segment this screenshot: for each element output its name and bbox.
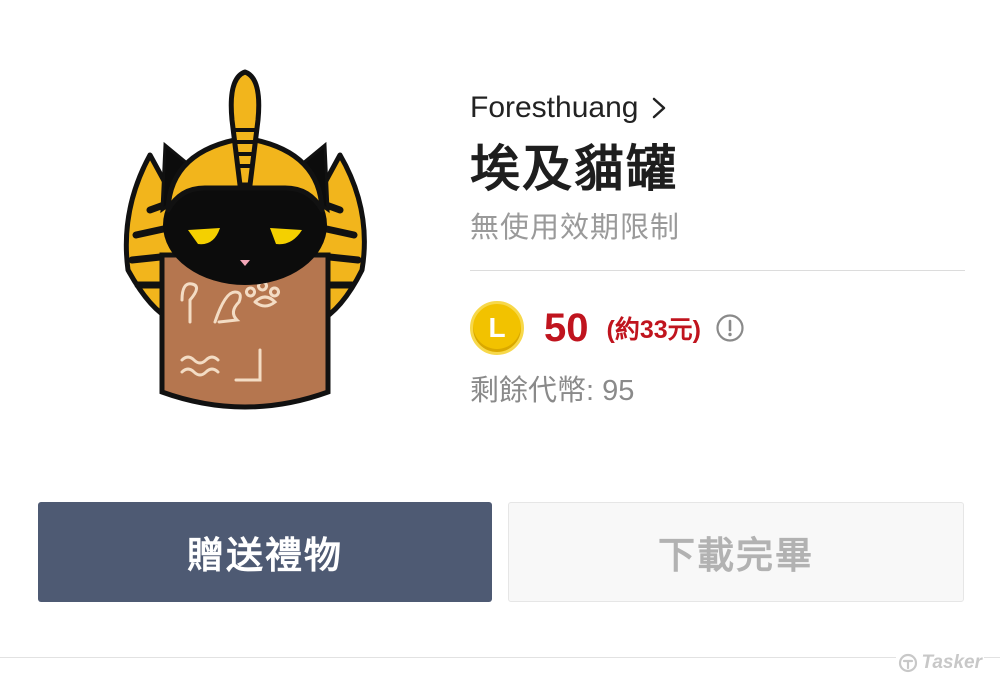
chevron-right-icon: [653, 97, 666, 119]
price-amount: 50: [544, 305, 589, 350]
divider: [470, 270, 965, 271]
pharaoh-cat-sticker-image: [123, 69, 367, 410]
send-gift-button[interactable]: 贈送禮物: [38, 502, 492, 602]
send-gift-label: 贈送禮物: [187, 535, 343, 576]
download-complete-label: 下載完畢: [658, 535, 814, 576]
bottom-divider: [0, 657, 1000, 658]
watermark-text: Tasker: [921, 652, 982, 673]
remaining-coins: 剩餘代幣: 95: [470, 375, 635, 407]
info-circle-icon[interactable]: [715, 313, 745, 343]
sticker-info: Foresthuang 埃及貓罐 無使用效期限制 L 50 (約33元) 剩餘代…: [470, 88, 965, 411]
author-link[interactable]: Foresthuang: [470, 88, 965, 128]
price-row: L 50 (約33元): [470, 293, 965, 363]
watermark: Tasker: [896, 652, 984, 674]
tasker-logo-icon: [899, 653, 918, 673]
download-complete-button: 下載完畢: [508, 502, 964, 602]
sticker-detail-page: Foresthuang 埃及貓罐 無使用效期限制 L 50 (約33元) 剩餘代…: [0, 0, 1000, 684]
price-approx: (約33元): [606, 316, 701, 344]
coin-letter: L: [488, 312, 506, 343]
line-coin-icon: L: [470, 301, 524, 355]
author-name: Foresthuang: [470, 91, 639, 124]
sticker-title: 埃及貓罐: [470, 141, 678, 197]
validity-text: 無使用效期限制: [470, 212, 681, 244]
